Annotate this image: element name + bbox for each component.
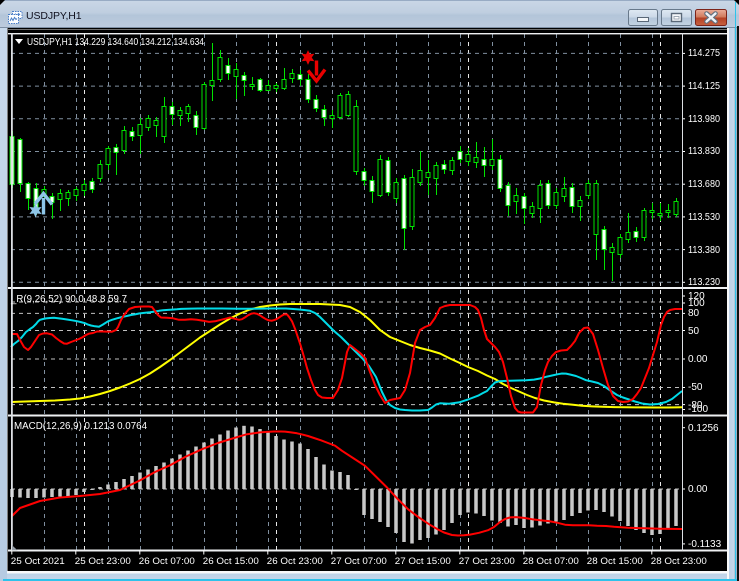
svg-text:26 Oct 23:00: 26 Oct 23:00 — [267, 556, 323, 567]
svg-text:50: 50 — [688, 326, 700, 337]
svg-text:-50: -50 — [688, 382, 703, 393]
svg-text:113.530: 113.530 — [688, 212, 720, 223]
svg-text:27 Oct 15:00: 27 Oct 15:00 — [395, 556, 451, 567]
svg-text:26 Oct 15:00: 26 Oct 15:00 — [203, 556, 259, 567]
svg-text:-100: -100 — [688, 404, 708, 415]
svg-text:114.125: 114.125 — [688, 81, 720, 92]
svg-text:0.1256: 0.1256 — [688, 423, 719, 434]
svg-text:USDJPY,H1 134.229 134.640 134.: USDJPY,H1 134.229 134.640 134.212 134.63… — [27, 37, 204, 48]
svg-text:28 Oct 23:00: 28 Oct 23:00 — [651, 556, 707, 567]
svg-text:114.275: 114.275 — [688, 48, 720, 59]
svg-text:-0.1133: -0.1133 — [688, 539, 722, 550]
svg-text:113.980: 113.980 — [688, 114, 720, 125]
svg-text:28 Oct 15:00: 28 Oct 15:00 — [587, 556, 643, 567]
svg-text:26 Oct 07:00: 26 Oct 07:00 — [139, 556, 195, 567]
svg-text:80: 80 — [688, 308, 700, 319]
svg-text:27 Oct 07:00: 27 Oct 07:00 — [331, 556, 387, 567]
svg-text:113.680: 113.680 — [688, 179, 720, 190]
svg-text:25 Oct 2021: 25 Oct 2021 — [11, 556, 65, 567]
svg-text:113.380: 113.380 — [688, 245, 720, 256]
svg-text:0.00: 0.00 — [688, 484, 708, 495]
svg-text:_R(9,26,52) 90.0 48.8 59.7: _R(9,26,52) 90.0 48.8 59.7 — [10, 294, 127, 305]
svg-text:MACD(12,26,9) 0.1213 0.0764: MACD(12,26,9) 0.1213 0.0764 — [14, 421, 147, 432]
svg-text:113.230: 113.230 — [688, 277, 720, 288]
svg-text:28 Oct 07:00: 28 Oct 07:00 — [523, 556, 579, 567]
svg-text:27 Oct 23:00: 27 Oct 23:00 — [459, 556, 515, 567]
svg-text:25 Oct 23:00: 25 Oct 23:00 — [75, 556, 131, 567]
svg-text:0.00: 0.00 — [688, 354, 708, 365]
svg-text:113.830: 113.830 — [688, 146, 720, 157]
